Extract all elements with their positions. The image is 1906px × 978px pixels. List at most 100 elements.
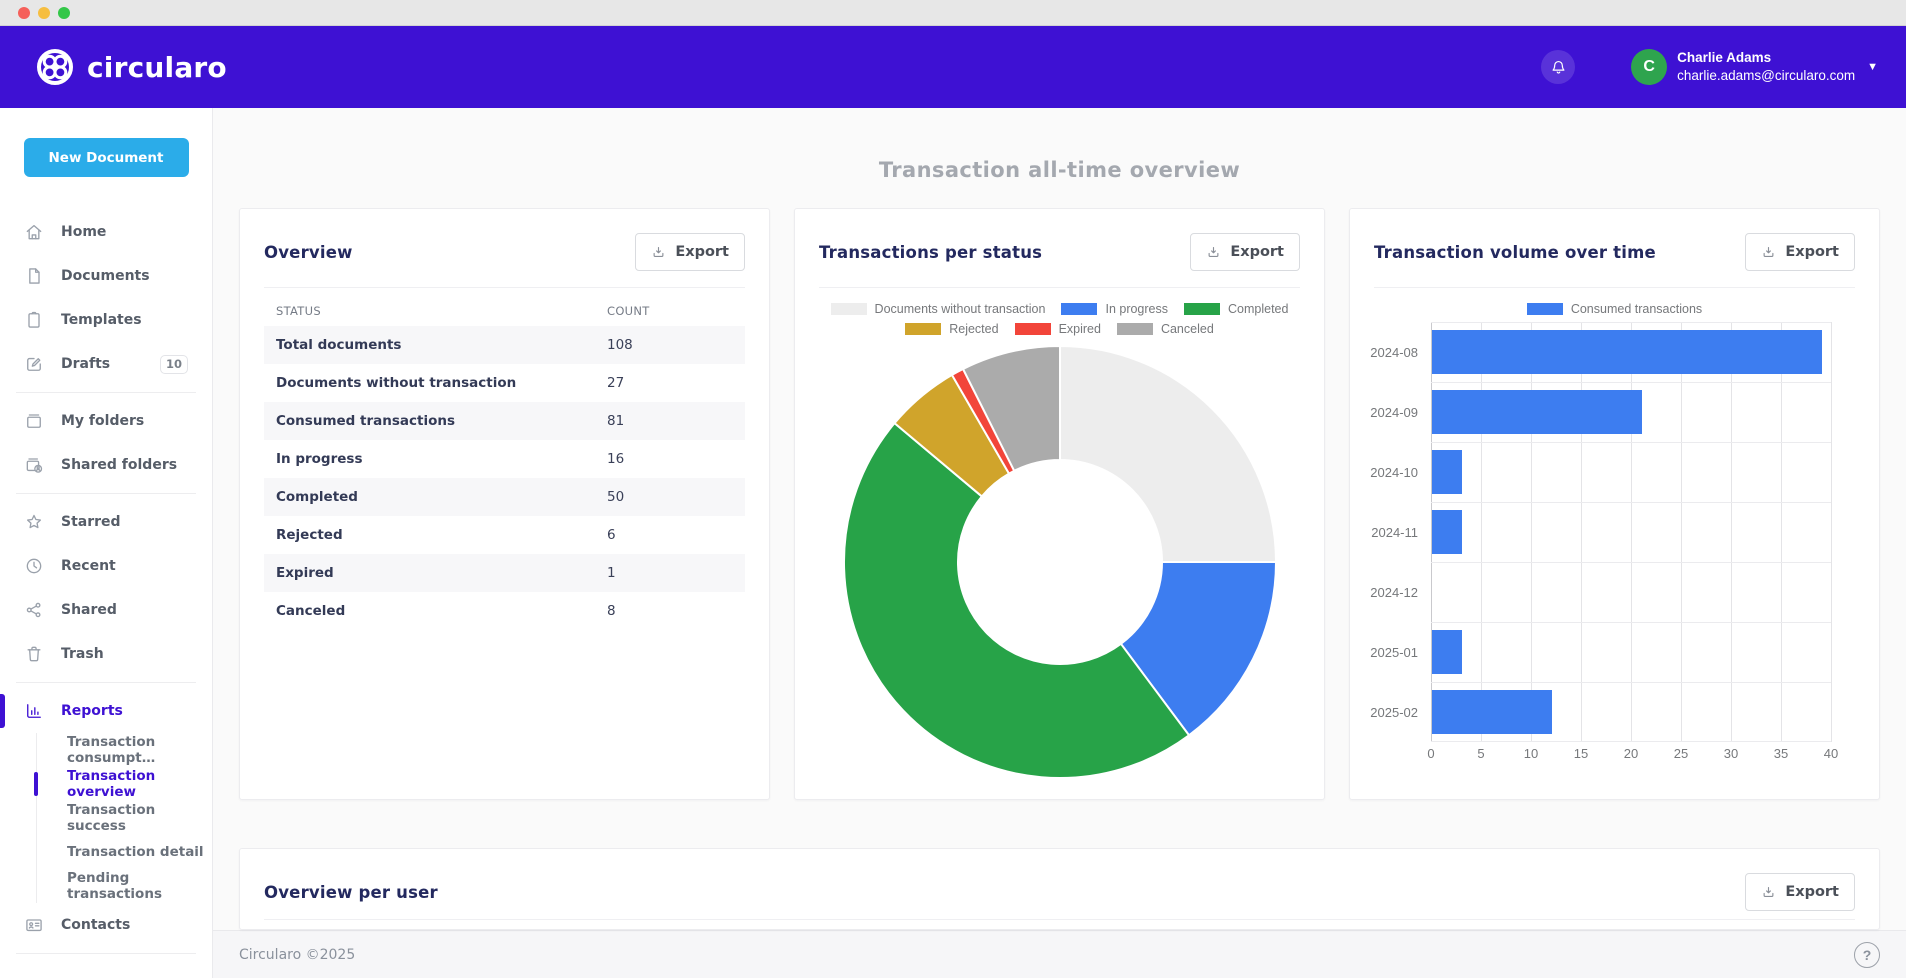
overview-table: STATUS COUNT Total documents108 Document… — [264, 296, 745, 630]
card-title: Overview per user — [264, 883, 438, 902]
export-button-per-status[interactable]: Export — [1190, 233, 1300, 271]
donut-slice-documents-without-transaction — [1060, 346, 1276, 562]
bar-legend: Consumed transactions — [1360, 302, 1869, 316]
legend-swatch — [831, 303, 867, 315]
cards-row: Overview Export STATUS COUNT — [239, 208, 1880, 800]
row-count: 50 — [595, 478, 745, 516]
sidebar-item-trash[interactable]: Trash — [0, 632, 212, 676]
donut-legend-row-1: Documents without transaction In progress… — [805, 302, 1314, 316]
folder-icon — [24, 411, 44, 431]
divider — [16, 682, 196, 683]
bar-category-label: 2025-02 — [1350, 682, 1418, 742]
row-status: Documents without transaction — [264, 364, 595, 402]
footer: Circularo ©2025 ? — [213, 930, 1906, 978]
table-row: Canceled8 — [264, 592, 745, 630]
close-window-button[interactable] — [18, 7, 30, 19]
main-content: Transaction all-time overview Overview E… — [213, 108, 1906, 978]
table-row: Expired1 — [264, 554, 745, 592]
x-axis-tick: 0 — [1427, 746, 1434, 761]
x-axis-tick: 35 — [1774, 746, 1788, 761]
bar-2025-02 — [1432, 690, 1552, 734]
table-row: Completed50 — [264, 478, 745, 516]
help-button[interactable]: ? — [1854, 942, 1880, 968]
donut-legend-row-2: RejectedExpiredCanceled — [805, 322, 1314, 336]
circularo-logo-icon — [35, 47, 75, 87]
gridline — [1431, 741, 1831, 742]
bar-category-label: 2024-09 — [1350, 382, 1418, 442]
legend-item: Canceled — [1117, 322, 1214, 336]
card-title: Transactions per status — [819, 243, 1042, 262]
sidebar-subitem-transaction-detail[interactable]: Transaction detail — [37, 835, 212, 869]
divider — [819, 287, 1300, 288]
sidebar-subitem-transaction-overview[interactable]: Transaction overview — [37, 767, 212, 801]
bar-category-label: 2024-10 — [1350, 442, 1418, 502]
gridline — [1431, 682, 1831, 683]
clock-icon — [24, 556, 44, 576]
gridline — [1681, 322, 1682, 742]
star-icon — [24, 512, 44, 532]
row-status: Expired — [264, 554, 595, 592]
sidebar-subitem-transaction-consumption[interactable]: Transaction consumpt… — [37, 733, 212, 767]
divider — [16, 493, 196, 494]
sidebar-item-contacts[interactable]: Contacts — [0, 903, 212, 947]
fullscreen-window-button[interactable] — [58, 7, 70, 19]
row-count: 6 — [595, 516, 745, 554]
bar-2025-01 — [1432, 630, 1462, 674]
new-document-button[interactable]: New Document — [24, 138, 189, 177]
x-axis-tick: 25 — [1674, 746, 1688, 761]
gridline — [1731, 322, 1732, 742]
download-icon — [651, 245, 666, 260]
bar-category-label: 2024-11 — [1350, 502, 1418, 562]
user-menu[interactable]: C Charlie Adams charlie.adams@circularo.… — [1631, 49, 1878, 85]
download-icon — [1206, 245, 1221, 260]
legend-item: Consumed transactions — [1527, 302, 1702, 316]
legend-swatch — [1061, 303, 1097, 315]
brand[interactable]: circularo — [35, 47, 227, 87]
sidebar-subitem-transaction-success[interactable]: Transaction success — [37, 801, 212, 835]
legend-label: Documents without transaction — [875, 302, 1046, 316]
sidebar-nav: Home Documents Templates Drafts — [0, 210, 212, 954]
sidebar-item-home[interactable]: Home — [0, 210, 212, 254]
reports-submenu: Transaction consumpt… Transaction overvi… — [36, 733, 212, 903]
row-count: 108 — [595, 326, 745, 364]
x-axis-tick: 30 — [1724, 746, 1738, 761]
bar-2024-10 — [1432, 450, 1462, 494]
x-axis-tick: 10 — [1524, 746, 1538, 761]
user-email: charlie.adams@circularo.com — [1677, 67, 1855, 85]
export-button-overview[interactable]: Export — [635, 233, 745, 271]
sidebar: New Document Home Documents Templates — [0, 108, 213, 978]
row-count: 16 — [595, 440, 745, 478]
sidebar-item-templates[interactable]: Templates — [0, 298, 212, 342]
download-icon — [1761, 885, 1776, 900]
sidebar-item-reports[interactable]: Reports — [0, 689, 212, 733]
sidebar-item-recent[interactable]: Recent — [0, 544, 212, 588]
gridline — [1431, 502, 1831, 503]
chevron-down-icon: ▼ — [1867, 61, 1878, 73]
sidebar-item-my-folders[interactable]: My folders — [0, 399, 212, 443]
export-button-volume[interactable]: Export — [1745, 233, 1855, 271]
sidebar-item-documents[interactable]: Documents — [0, 254, 212, 298]
sidebar-item-starred[interactable]: Starred — [0, 500, 212, 544]
sidebar-item-shared[interactable]: Shared — [0, 588, 212, 632]
sidebar-subitem-pending-transactions[interactable]: Pending transactions — [37, 869, 212, 903]
divider — [16, 392, 196, 393]
table-row: In progress16 — [264, 440, 745, 478]
divider — [16, 953, 196, 954]
bar-2024-11 — [1432, 510, 1462, 554]
minimize-window-button[interactable] — [38, 7, 50, 19]
row-status: Completed — [264, 478, 595, 516]
sidebar-item-drafts[interactable]: Drafts 10 — [0, 342, 212, 386]
sidebar-item-shared-folders[interactable]: Shared folders — [0, 443, 212, 487]
bar-category-label: 2025-01 — [1350, 622, 1418, 682]
notifications-button[interactable] — [1541, 50, 1575, 84]
legend-swatch — [1527, 303, 1563, 315]
legend-label: Expired — [1059, 322, 1101, 336]
transaction-volume-card: Transaction volume over time Export Cons… — [1349, 208, 1880, 800]
clipboard-icon — [24, 310, 44, 330]
gridline — [1431, 322, 1831, 323]
legend-label: In progress — [1105, 302, 1168, 316]
export-button-per-user[interactable]: Export — [1745, 873, 1855, 911]
gridline — [1431, 442, 1831, 443]
overview-card: Overview Export STATUS COUNT — [239, 208, 770, 800]
brand-wordmark: circularo — [87, 51, 227, 84]
